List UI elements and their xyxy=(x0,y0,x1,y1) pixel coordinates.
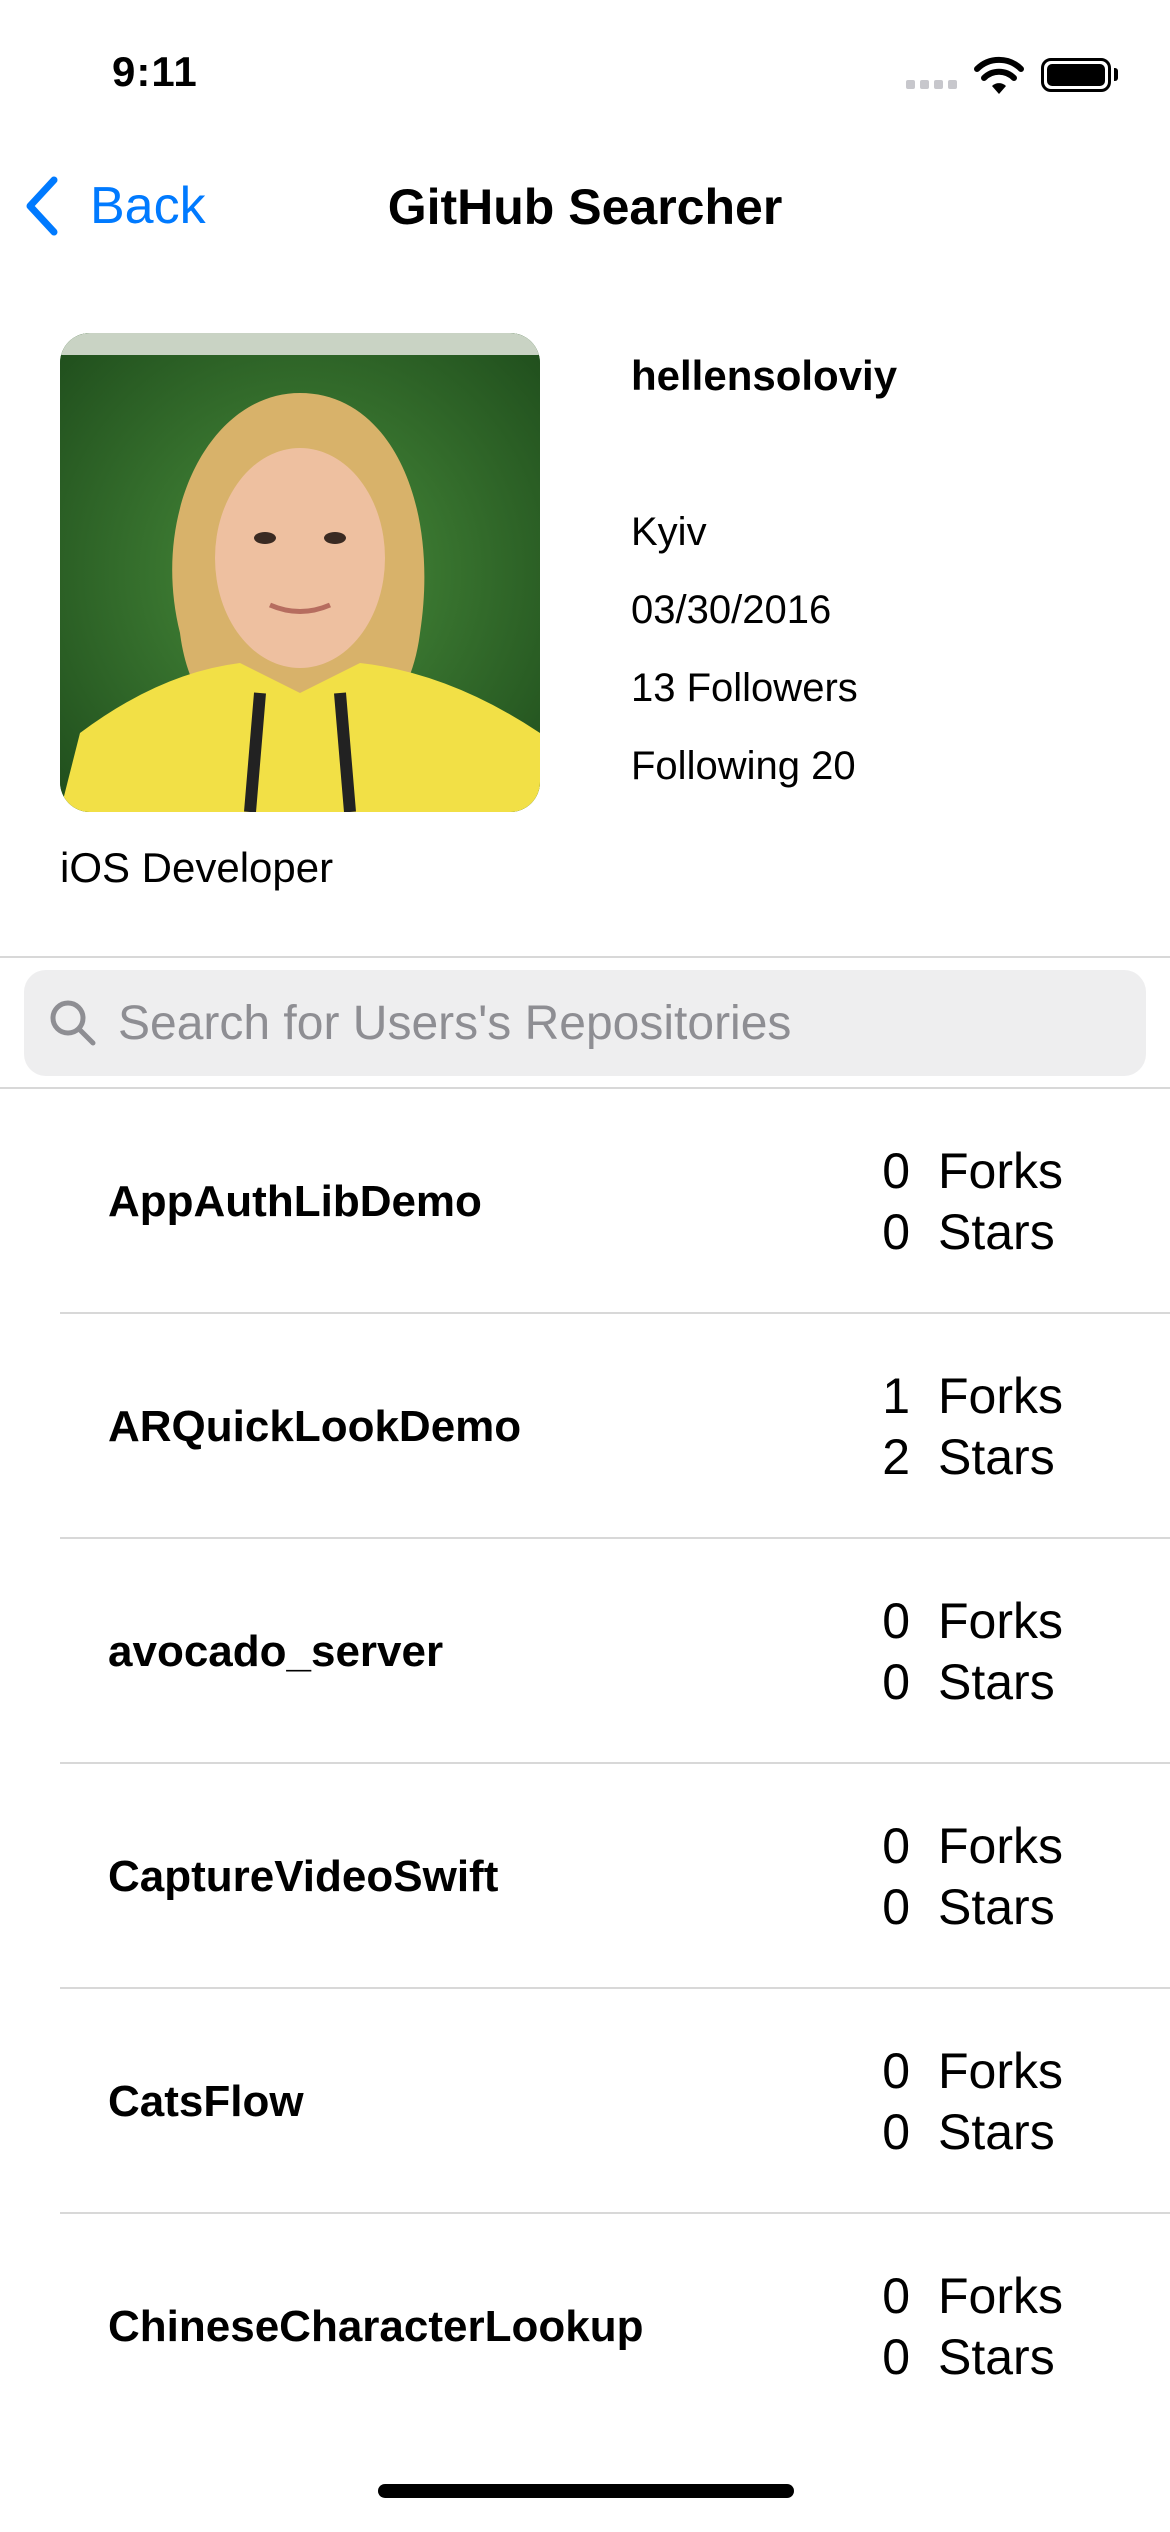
forks-count: 0 xyxy=(882,2043,910,2099)
forks-count: 0 xyxy=(882,1143,910,1199)
forks-count: 0 xyxy=(882,2268,910,2324)
avatar xyxy=(60,333,540,812)
search-icon xyxy=(50,1000,96,1046)
repo-row[interactable]: CatsFlow 0 Forks 0 Stars xyxy=(0,1989,1170,2214)
stars-label: Stars xyxy=(938,2329,1055,2385)
battery-tip xyxy=(1114,68,1118,81)
repo-name: CaptureVideoSwift xyxy=(108,1852,499,1901)
join-date: 03/30/2016 xyxy=(631,588,832,632)
repo-row[interactable]: ARQuickLookDemo 1 Forks 2 Stars xyxy=(0,1314,1170,1539)
page-title: GitHub Searcher xyxy=(387,179,783,235)
stars-stat: 0 Stars xyxy=(800,2103,1170,2161)
repo-name: ARQuickLookDemo xyxy=(108,1402,522,1451)
stars-count: 0 xyxy=(882,1204,910,1260)
forks-label: Forks xyxy=(938,1593,1063,1649)
search-input[interactable]: Search for Users's Repositories xyxy=(24,970,1146,1076)
forks-stat: 0 Forks xyxy=(800,1592,1170,1650)
stars-stat: 0 Stars xyxy=(800,1653,1170,1711)
forks-stat: 0 Forks xyxy=(800,1142,1170,1200)
forks-stat: 0 Forks xyxy=(800,1817,1170,1875)
repo-name: AppAuthLibDemo xyxy=(108,1177,482,1226)
repo-row[interactable]: avocado_server 0 Forks 0 Stars xyxy=(0,1539,1170,1764)
repo-row[interactable]: CaptureVideoSwift 0 Forks 0 Stars xyxy=(0,1764,1170,1989)
status-time: 9:11 xyxy=(112,48,198,95)
repo-row[interactable]: ChineseCharacterLookup 0 Forks 0 Stars xyxy=(0,2214,1170,2439)
stars-stat: 0 Stars xyxy=(800,1203,1170,1261)
repo-row[interactable]: AppAuthLibDemo 0 Forks 0 Stars xyxy=(0,1089,1170,1314)
forks-label: Forks xyxy=(938,2043,1063,2099)
forks-label: Forks xyxy=(938,2268,1063,2324)
forks-label: Forks xyxy=(938,1143,1063,1199)
forks-label: Forks xyxy=(938,1368,1063,1424)
stars-label: Stars xyxy=(938,2104,1055,2160)
home-indicator[interactable] xyxy=(378,2484,794,2498)
following-count[interactable]: Following 20 xyxy=(631,744,856,789)
stars-count: 0 xyxy=(882,1654,910,1710)
stars-label: Stars xyxy=(938,1429,1055,1485)
username: hellensoloviy xyxy=(631,352,898,399)
forks-stat: 0 Forks xyxy=(800,2267,1170,2325)
stars-label: Stars xyxy=(938,1879,1055,1935)
forks-stat: 0 Forks xyxy=(800,2042,1170,2100)
search-placeholder: Search for Users's Repositories xyxy=(118,996,792,1050)
forks-count: 1 xyxy=(882,1368,910,1424)
followers-count[interactable]: 13 Followers xyxy=(631,666,858,711)
forks-count: 0 xyxy=(882,1818,910,1874)
stars-label: Stars xyxy=(938,1204,1055,1260)
stars-count: 0 xyxy=(882,2329,910,2385)
forks-label: Forks xyxy=(938,1818,1063,1874)
stars-stat: 0 Stars xyxy=(800,2328,1170,2386)
stars-stat: 2 Stars xyxy=(800,1428,1170,1486)
stars-count: 0 xyxy=(882,2104,910,2160)
location: Kyiv xyxy=(631,510,707,554)
stars-count: 2 xyxy=(882,1429,910,1485)
battery-icon xyxy=(1041,58,1111,92)
wifi-icon xyxy=(974,56,1024,94)
bio: iOS Developer xyxy=(60,844,334,891)
signal-icon xyxy=(906,80,957,89)
stars-label: Stars xyxy=(938,1654,1055,1710)
divider xyxy=(0,956,1170,958)
stars-stat: 0 Stars xyxy=(800,1878,1170,1936)
repo-name: CatsFlow xyxy=(108,2077,304,2126)
repo-name: avocado_server xyxy=(108,1627,444,1676)
repo-name: ChineseCharacterLookup xyxy=(108,2302,644,2351)
forks-count: 0 xyxy=(882,1593,910,1649)
forks-stat: 1 Forks xyxy=(800,1367,1170,1425)
stars-count: 0 xyxy=(882,1879,910,1935)
